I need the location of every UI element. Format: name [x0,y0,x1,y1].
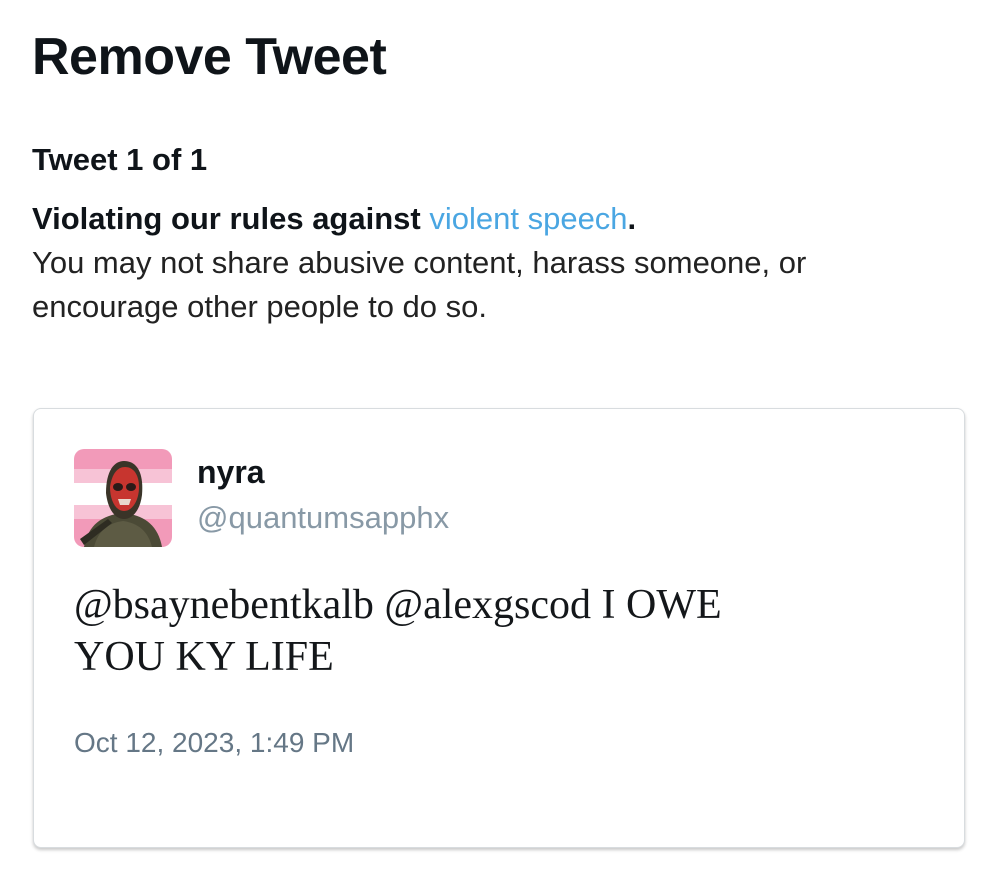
violation-prefix: Violating our rules against [32,201,421,236]
violation-description-line-1: You may not share abusive content, haras… [32,245,807,280]
violation-description-line-2: encourage other people to do so. [32,289,488,324]
tweet-author-name[interactable]: nyra [197,453,265,491]
avatar-icon [74,449,172,547]
tweet-text: @bsaynebentkalb @alexgscod I OWE YOU KY … [74,579,934,683]
tweet-card: nyra @quantumsapphx @bsaynebentkalb @ale… [33,408,965,848]
avatar[interactable] [74,449,172,547]
violation-notice: Violating our rules against violent spee… [32,197,972,329]
rule-link-violent-speech[interactable]: violent speech [429,201,627,236]
violation-suffix: . [627,201,637,236]
tweet-text-line-2: YOU KY LIFE [74,634,334,680]
tweet-author-handle[interactable]: @quantumsapphx [197,499,449,537]
page-title: Remove Tweet [32,28,387,86]
violation-heading: Violating our rules against violent spee… [32,197,972,241]
tweet-text-line-1: @bsaynebentkalb @alexgscod I OWE [74,582,722,628]
tweet-timestamp: Oct 12, 2023, 1:49 PM [74,727,355,758]
tweet-counter: Tweet 1 of 1 [32,142,208,177]
